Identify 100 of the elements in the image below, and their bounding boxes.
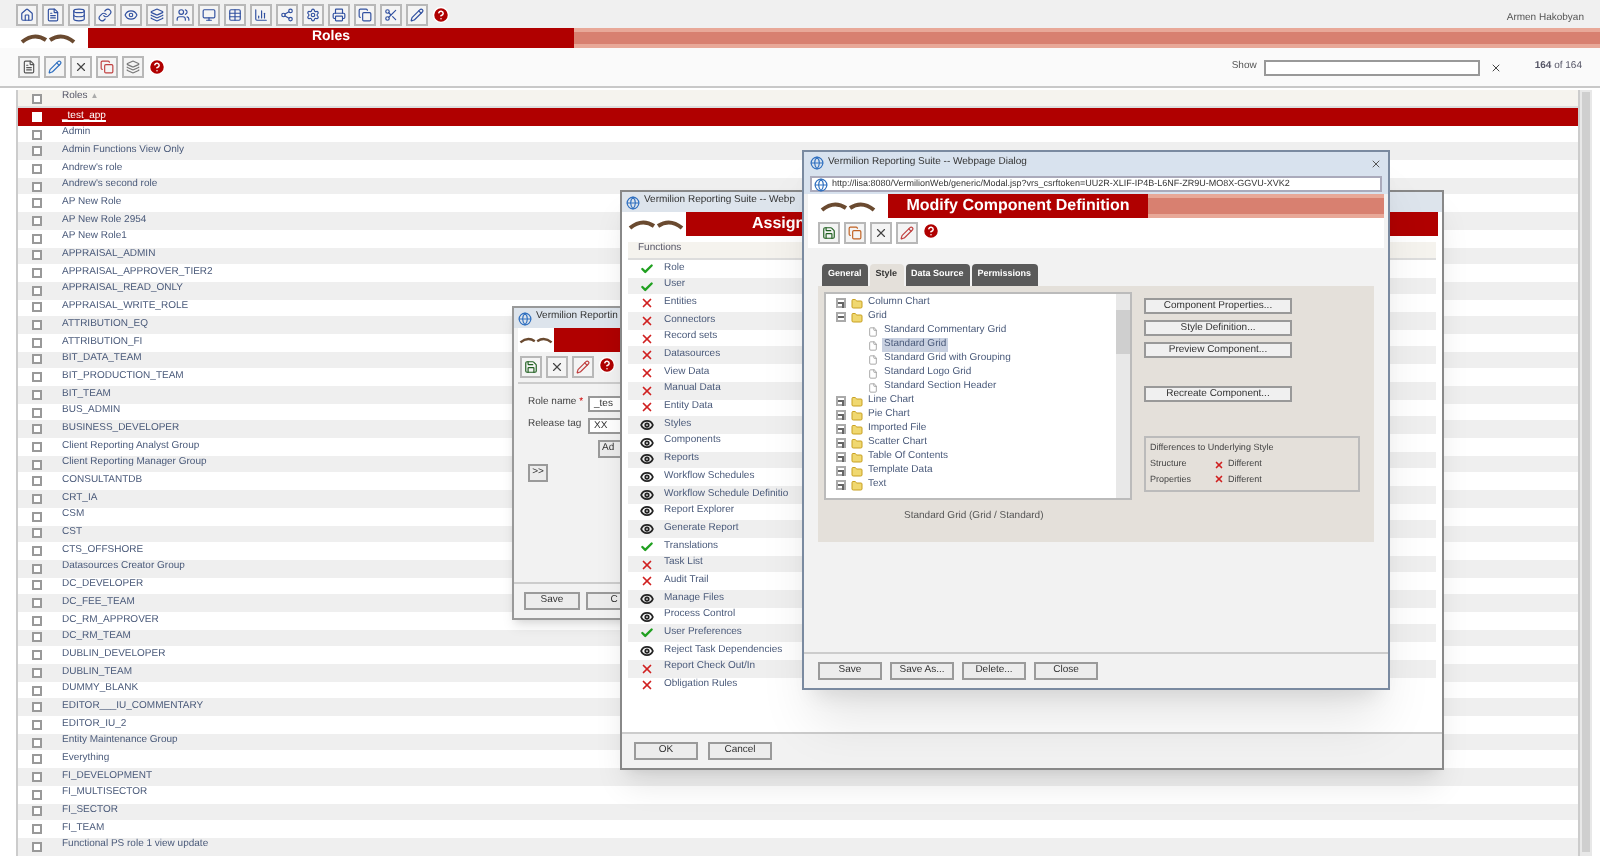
row-checkbox[interactable]: [32, 268, 42, 279]
row-checkbox[interactable]: [32, 163, 42, 174]
help-icon[interactable]: [432, 5, 450, 23]
globe-icon: [518, 311, 532, 325]
row-checkbox[interactable]: [32, 354, 42, 365]
toolbar-button[interactable]: [354, 3, 376, 25]
expand-icon[interactable]: [836, 466, 846, 476]
toolbar-button[interactable]: [18, 56, 40, 78]
row-checkbox[interactable]: [32, 320, 42, 331]
scissors-icon: [384, 7, 398, 21]
toolbar-button[interactable]: [16, 3, 38, 25]
expand-icon[interactable]: [836, 396, 846, 406]
link-icon: [98, 7, 112, 21]
row-checkbox[interactable]: [32, 754, 42, 765]
expand-icon[interactable]: [836, 298, 846, 308]
header-checkbox[interactable]: [32, 93, 42, 103]
show-field[interactable]: [1264, 59, 1481, 75]
help-icon[interactable]: [922, 222, 940, 240]
row-checkbox[interactable]: [32, 737, 42, 748]
row-checkbox[interactable]: [32, 563, 42, 574]
row-checkbox[interactable]: [32, 181, 42, 192]
row-checkbox[interactable]: [32, 424, 42, 435]
cross-icon: [1214, 474, 1224, 485]
pencil-icon: [48, 60, 62, 74]
row-checkbox[interactable]: [32, 198, 42, 209]
row-checkbox[interactable]: [32, 459, 42, 470]
toolbar-button[interactable]: [546, 356, 568, 378]
expand-icon[interactable]: [836, 480, 846, 490]
row-checkbox[interactable]: [32, 789, 42, 800]
toolbar-button[interactable]: [44, 56, 66, 78]
toolbar-button[interactable]: [96, 56, 118, 78]
row-checkbox[interactable]: [32, 302, 42, 313]
row-checkbox[interactable]: [32, 250, 42, 261]
eyebrows-logo-icon: [626, 216, 686, 232]
database-icon: [72, 7, 86, 21]
toolbar-button[interactable]: [146, 3, 168, 25]
toolbar-button[interactable]: [250, 3, 272, 25]
row-checkbox[interactable]: [32, 667, 42, 678]
scrollbar[interactable]: [1578, 90, 1592, 856]
row-checkbox[interactable]: [32, 407, 42, 418]
row-checkbox[interactable]: [32, 719, 42, 730]
save-icon: [822, 226, 836, 240]
row-checkbox[interactable]: [32, 233, 42, 244]
row-checkbox[interactable]: [32, 129, 42, 140]
row-checkbox[interactable]: [32, 146, 42, 157]
toolbar-button[interactable]: [122, 56, 144, 78]
row-checkbox[interactable]: [32, 632, 42, 643]
toolbar-button[interactable]: [870, 222, 892, 244]
toolbar-button[interactable]: [94, 3, 116, 25]
globe-icon: [810, 156, 824, 170]
toolbar-button[interactable]: [68, 3, 90, 25]
close-icon[interactable]: [1370, 157, 1382, 169]
table-icon: [228, 7, 242, 21]
expand-icon[interactable]: [836, 438, 846, 448]
eyebrows-logo-icon: [518, 332, 554, 348]
row-checkbox[interactable]: [32, 372, 42, 383]
toolbar-button[interactable]: [42, 3, 64, 25]
toolbar-button[interactable]: [302, 3, 324, 25]
expand-icon[interactable]: [836, 424, 846, 434]
toolbar-button[interactable]: [172, 3, 194, 25]
row-checkbox[interactable]: [32, 580, 42, 591]
toolbar-button[interactable]: [120, 3, 142, 25]
row-checkbox[interactable]: [32, 511, 42, 522]
toolbar-button[interactable]: [328, 3, 350, 25]
toolbar-button[interactable]: [198, 3, 220, 25]
row-checkbox[interactable]: [32, 841, 42, 852]
row-checkbox[interactable]: [32, 493, 42, 504]
row-checkbox[interactable]: [32, 615, 42, 626]
toolbar-button[interactable]: [818, 222, 840, 244]
expand-icon[interactable]: [836, 452, 846, 462]
row-checkbox[interactable]: [32, 824, 42, 835]
monitor-icon: [202, 7, 216, 21]
row-checkbox[interactable]: [32, 285, 42, 296]
row-checkbox[interactable]: [32, 685, 42, 696]
row-checkbox[interactable]: [32, 771, 42, 782]
row-checkbox[interactable]: [32, 337, 42, 348]
row-checkbox[interactable]: [32, 806, 42, 817]
collapse-icon[interactable]: [836, 312, 846, 322]
row-checkbox[interactable]: [32, 702, 42, 713]
toolbar-button[interactable]: [520, 356, 542, 378]
row-checkbox[interactable]: [32, 389, 42, 400]
row-checkbox[interactable]: [32, 476, 42, 487]
scrollbar[interactable]: [1116, 294, 1130, 498]
row-checkbox[interactable]: [32, 528, 42, 539]
toolbar-button[interactable]: [406, 3, 428, 25]
toolbar-button[interactable]: [896, 222, 918, 244]
toolbar-button[interactable]: [224, 3, 246, 25]
toolbar-button[interactable]: [572, 356, 594, 378]
clear-icon[interactable]: [1490, 61, 1503, 73]
expand-icon[interactable]: [836, 410, 846, 420]
row-checkbox[interactable]: [32, 215, 42, 226]
row-checkbox[interactable]: [32, 546, 42, 557]
help-icon[interactable]: [148, 58, 166, 76]
row-checkbox[interactable]: [32, 598, 42, 609]
row-checkbox[interactable]: [32, 441, 42, 452]
toolbar-button[interactable]: [380, 3, 402, 25]
toolbar-button[interactable]: [276, 3, 298, 25]
help-icon[interactable]: [598, 356, 616, 374]
toolbar-button[interactable]: [70, 56, 92, 78]
row-checkbox[interactable]: [32, 650, 42, 661]
